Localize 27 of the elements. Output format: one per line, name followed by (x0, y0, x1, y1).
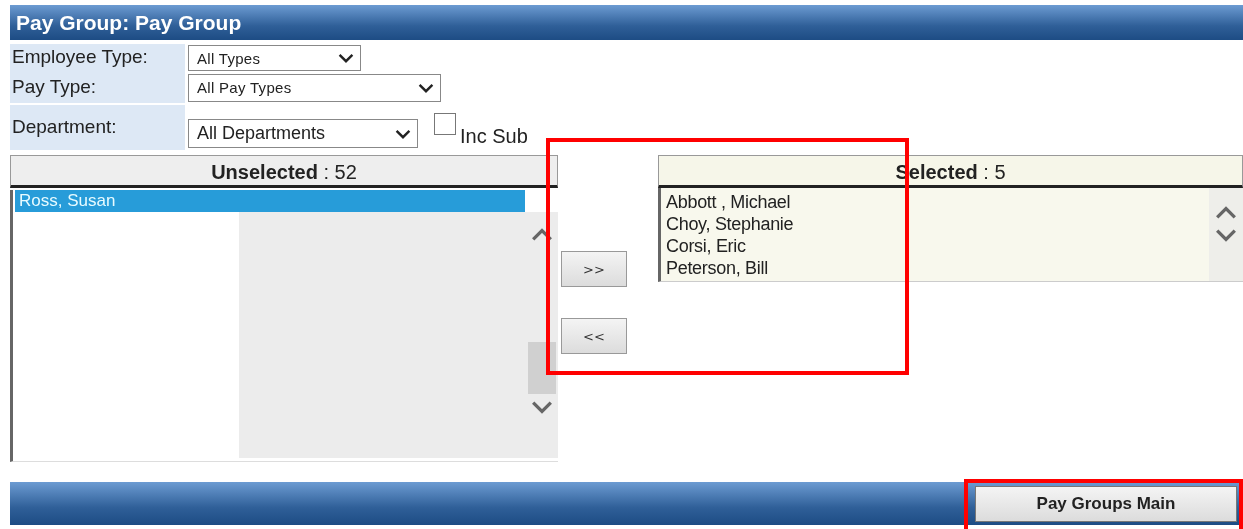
move-button[interactable]: >> (561, 251, 627, 287)
field-label: Pay Type: (10, 72, 185, 103)
field-label: Department: (10, 105, 185, 150)
checkbox-label: Inc Sub (460, 125, 528, 148)
dropdown[interactable]: All Pay Types (188, 73, 441, 102)
list-box[interactable]: Abbott , Michael Choy, Stephanie Corsi, Eric Peterson, Bill (658, 188, 1243, 282)
scrollbar[interactable] (526, 212, 558, 458)
window-title: Pay Group: Pay Group (10, 5, 1243, 40)
chevron-down-icon (395, 128, 411, 139)
list-item[interactable]: Abbott , Michael (666, 191, 1209, 213)
scroll-up-icon[interactable] (531, 228, 553, 242)
list-item[interactable]: Corsi, Eric (666, 235, 1209, 257)
dropdown[interactable]: All Types (188, 45, 361, 71)
scroll-up-icon[interactable] (1215, 206, 1237, 220)
dropdown[interactable]: All Departments (188, 119, 418, 148)
scroll-down-icon[interactable] (1215, 228, 1237, 242)
chevron-down-icon (338, 53, 354, 63)
list-header: Unselected : 52 (10, 155, 558, 188)
scroll-down-icon[interactable] (531, 400, 553, 414)
field-label: Employee Type: (10, 44, 185, 72)
move-button[interactable]: << (561, 318, 627, 354)
checkbox[interactable] (434, 113, 456, 135)
pay-groups-main-button[interactable]: Pay Groups Main (975, 485, 1237, 522)
chevron-down-icon (418, 82, 434, 93)
list-item[interactable]: Peterson, Bill (666, 257, 1209, 279)
list-item[interactable]: Choy, Stephanie (666, 213, 1209, 235)
scrollbar[interactable] (1209, 188, 1243, 281)
